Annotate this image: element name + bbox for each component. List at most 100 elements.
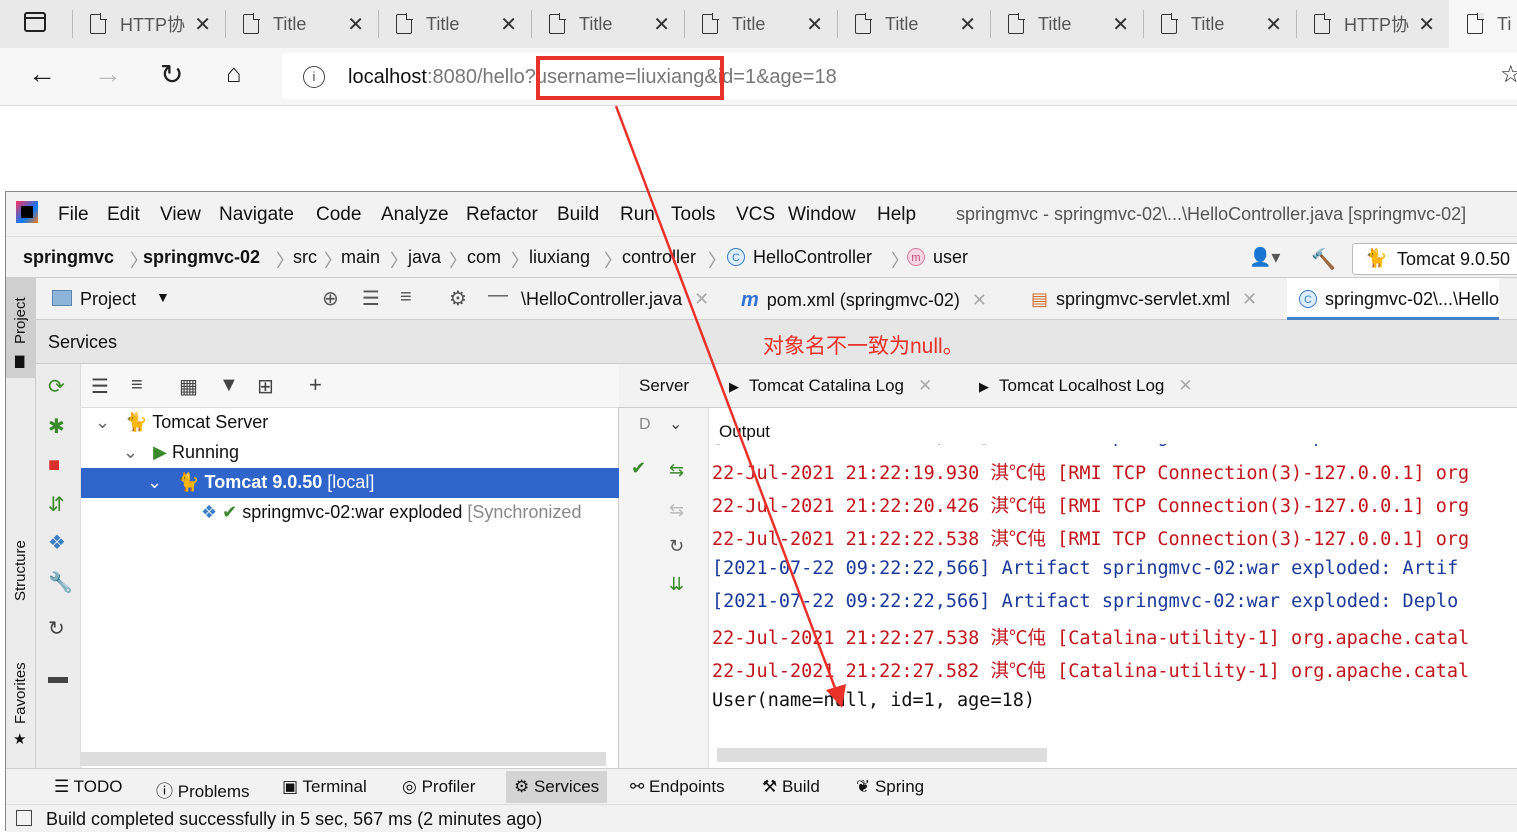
browser-tab[interactable]: Title ✕ [378, 0, 531, 48]
status-toggle-icon[interactable] [16, 810, 32, 826]
close-icon[interactable]: ✕ [194, 12, 211, 37]
back-icon[interactable]: ← [28, 58, 56, 90]
crumb-package[interactable]: liuxiang [529, 247, 590, 268]
filter-icon[interactable]: ▼ [219, 374, 239, 397]
close-icon[interactable]: ✕ [918, 376, 932, 395]
crumb-java[interactable]: java [408, 247, 441, 268]
chevron-down-icon[interactable]: ▼ [156, 289, 170, 305]
browser-tab[interactable]: Title ✕ [837, 0, 990, 48]
tool-services[interactable]: ⚙ Services [506, 771, 608, 803]
menu-view[interactable]: View [160, 204, 201, 226]
close-icon[interactable]: ✕ [1265, 12, 1282, 37]
crumb-main[interactable]: main [341, 247, 380, 268]
add-service-icon[interactable]: ❖ [48, 530, 66, 555]
tab-catalina-log[interactable]: ▶ Tomcat Catalina Log ✕ [729, 376, 932, 396]
editor-tab-active[interactable]: Cspringmvc-02\...\Hello [1287, 278, 1500, 320]
minimize-icon[interactable]: — [488, 284, 508, 307]
close-icon[interactable]: ✕ [959, 12, 976, 37]
tree-node-tomcat-server[interactable]: ⌄ 🐈 Tomcat Server [81, 408, 619, 438]
tab-actions-icon[interactable] [24, 12, 46, 32]
browser-tab-active[interactable]: Ti [1449, 0, 1517, 48]
crumb-class[interactable]: C HelloController [727, 247, 872, 268]
group-icon[interactable]: ▦ [179, 374, 198, 399]
chevron-down-icon[interactable]: ⌄ [147, 472, 162, 492]
tree-node-running[interactable]: ⌄ ▶ Running [81, 438, 619, 468]
close-icon[interactable]: ✕ [1242, 289, 1257, 309]
expand-all-icon[interactable]: ☰ [362, 286, 380, 311]
menu-refactor[interactable]: Refactor [466, 204, 538, 226]
close-icon[interactable]: ✕ [1112, 12, 1129, 37]
close-icon[interactable]: ✕ [694, 289, 709, 309]
crumb-controller[interactable]: controller [622, 247, 696, 268]
collapse-all-icon[interactable]: ≡ [131, 374, 143, 397]
rerun-icon[interactable]: ⟳ [48, 374, 65, 399]
tree-node-artifact[interactable]: ❖ ✔ springmvc-02:war exploded [Synchroni… [81, 498, 619, 528]
chevron-down-icon[interactable]: ⌄ [123, 442, 138, 462]
menu-tools[interactable]: Tools [671, 204, 715, 226]
menu-code[interactable]: Code [316, 204, 361, 226]
project-view-label[interactable]: Project [80, 289, 136, 310]
browser-tab[interactable]: HTTP协 ✕ [72, 0, 225, 48]
project-tool-label[interactable]: Project [12, 297, 29, 344]
tool-problems[interactable]: ⓘ Problems [156, 777, 250, 802]
gear-icon[interactable]: ⚙ [449, 286, 467, 311]
deploy-icon[interactable]: ⇆ [669, 460, 684, 481]
browser-tab[interactable]: HTTP协 ✕ [1296, 0, 1449, 48]
favorites-tool-label[interactable]: Favorites [12, 662, 29, 724]
undeploy-icon[interactable]: ⇆ [669, 500, 684, 521]
run-configuration-select[interactable]: 🐈 Tomcat 9.0.50 [1352, 243, 1517, 275]
menu-build[interactable]: Build [557, 204, 599, 226]
browser-tab[interactable]: Title ✕ [1143, 0, 1296, 48]
menu-analyze[interactable]: Analyze [381, 204, 449, 226]
crumb-method[interactable]: m user [907, 247, 968, 268]
horizontal-scrollbar[interactable] [717, 748, 1047, 762]
forward-icon[interactable]: → [94, 58, 122, 90]
info-icon[interactable]: i [303, 66, 325, 88]
tool-build[interactable]: ⚒ Build [762, 777, 820, 797]
build-hammer-icon[interactable]: 🔨 [1311, 247, 1336, 272]
tool-todo[interactable]: ☰ TODO [54, 777, 122, 797]
add-icon[interactable]: + [309, 372, 322, 398]
browser-tab[interactable]: Title ✕ [684, 0, 837, 48]
locate-icon[interactable]: ⊕ [322, 286, 339, 311]
crumb-src[interactable]: src [293, 247, 317, 268]
menu-edit[interactable]: Edit [107, 204, 140, 226]
browser-tab[interactable]: Title ✕ [531, 0, 684, 48]
horizontal-scrollbar[interactable] [81, 752, 606, 766]
refresh-icon[interactable]: ↻ [48, 616, 65, 641]
home-icon[interactable]: ⌂ [226, 58, 242, 89]
close-icon[interactable]: ✕ [347, 12, 364, 37]
refresh-icon[interactable]: ↻ [669, 536, 684, 557]
new-tab-icon[interactable]: ⊞ [257, 374, 274, 399]
user-icon[interactable]: 👤▾ [1249, 247, 1280, 268]
close-icon[interactable]: ✕ [1178, 376, 1192, 395]
crumb-module[interactable]: springmvc-02 [143, 247, 260, 268]
tab-localhost-log[interactable]: ▶ Tomcat Localhost Log ✕ [979, 376, 1193, 396]
deploy-icon[interactable]: ⇵ [48, 492, 65, 517]
menu-navigate[interactable]: Navigate [219, 204, 294, 226]
tool-endpoints[interactable]: ⚯ Endpoints [630, 777, 725, 797]
close-icon[interactable]: ✕ [1418, 12, 1435, 37]
close-icon[interactable]: ✕ [653, 12, 670, 37]
expand-all-icon[interactable]: ☰ [91, 374, 109, 399]
editor-tab[interactable]: ▤ springmvc-servlet.xml ✕ [1031, 289, 1257, 310]
browser-tab[interactable]: Title ✕ [225, 0, 378, 48]
menu-file[interactable]: File [58, 204, 89, 226]
structure-tool-label[interactable]: Structure [12, 540, 29, 601]
favorite-star-icon[interactable]: ☆ [1500, 60, 1517, 89]
chevron-down-icon[interactable]: ⌄ [669, 414, 682, 434]
close-icon[interactable]: ✕ [972, 290, 987, 310]
close-icon[interactable]: ✕ [500, 12, 517, 37]
wrench-icon[interactable]: 🔧 [48, 570, 73, 595]
tree-node-tomcat-instance[interactable]: ⌄ 🐈 Tomcat 9.0.50 [local] [81, 468, 619, 498]
menu-run[interactable]: Run [620, 204, 655, 226]
editor-tab[interactable]: m pom.xml (springmvc-02) ✕ [741, 289, 987, 312]
debug-icon[interactable]: ✱ [48, 414, 65, 439]
crumb-com[interactable]: com [467, 247, 501, 268]
layout-icon[interactable]: ▬ [48, 666, 68, 689]
close-icon[interactable]: ✕ [806, 12, 823, 37]
crumb-project[interactable]: springmvc [23, 247, 114, 268]
console-output[interactable]: [2021-07-22 09:22:17,719] Artifact sprin… [712, 444, 1517, 744]
reload-icon[interactable]: ↻ [160, 58, 183, 91]
stop-icon[interactable]: ■ [48, 454, 60, 477]
